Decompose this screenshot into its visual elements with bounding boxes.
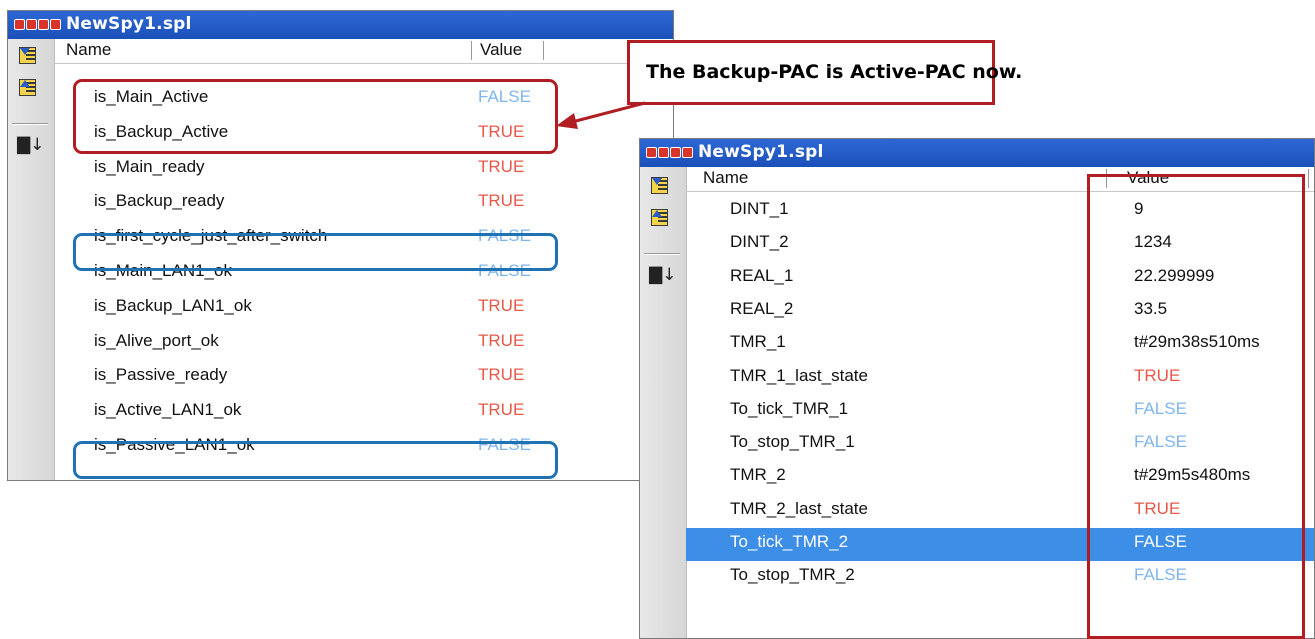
callout-arrow-icon: [556, 101, 646, 129]
